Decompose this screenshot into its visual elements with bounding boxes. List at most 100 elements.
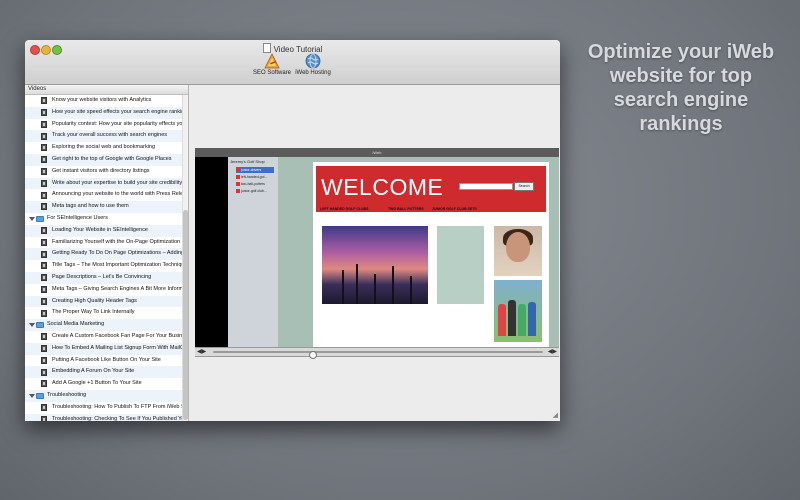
list-item-label: Putting A Facebook Like Button On Your S… — [52, 356, 161, 363]
video-file-icon — [41, 108, 47, 116]
placeholder-box — [437, 226, 484, 304]
disclosure-triangle-icon[interactable] — [29, 393, 35, 398]
iweb-search-button: Search — [514, 182, 534, 191]
disclosure-triangle-icon[interactable] — [29, 323, 35, 328]
resize-grip-icon[interactable]: ◢ — [553, 411, 558, 419]
iweb-page-document: WELCOME Search LEFT HANDED GOLF CLUBS TW… — [313, 162, 549, 347]
list-item-label: The Proper Way To Link Internally — [52, 309, 135, 316]
folder-icon — [36, 322, 44, 329]
title-bar[interactable]: Video Tutorial SEO Software iWeb Hosting — [25, 40, 560, 85]
list-item[interactable]: Get right to the top of Google with Goog… — [25, 153, 188, 166]
list-item[interactable]: Familiarizing Yourself with the On-Page … — [25, 237, 188, 249]
iweb-hosting-button[interactable]: iWeb Hosting — [290, 53, 336, 76]
seo-software-button[interactable]: SEO Software — [249, 53, 295, 76]
video-file-icon — [41, 132, 47, 140]
document-icon — [262, 43, 271, 53]
video-list[interactable]: Know your website visitors with Analytic… — [25, 95, 188, 421]
list-item[interactable]: Troubleshooting: How To Publish To FTP F… — [25, 402, 188, 414]
list-item[interactable]: Track your overall success with search e… — [25, 130, 188, 143]
iweb-site-name: Jeremy's Golf Shop — [230, 159, 265, 164]
folder-icon — [36, 392, 44, 399]
sidebar-scrollbar[interactable] — [182, 95, 188, 421]
list-item-label: Social Media Marketing — [47, 321, 105, 328]
list-item[interactable]: How To Embed A Mailing List Signup Form … — [25, 342, 188, 355]
video-player[interactable]: iWeb Jeremy's Golf Shop junior-drivers le… — [195, 148, 559, 347]
venice-gondolas-photo — [322, 226, 428, 304]
list-item[interactable]: Get instant visitors with directory list… — [25, 166, 188, 178]
video-file-icon — [41, 97, 47, 105]
iweb-search-field — [459, 183, 513, 190]
video-list-sidebar[interactable]: Videos Know your website visitors with A… — [25, 85, 189, 421]
iweb-site-sidebar: Jeremy's Golf Shop junior-drivers left-ha… — [228, 157, 278, 347]
iweb-page-item: two-ball-putters — [236, 181, 274, 187]
woman-portrait-photo — [494, 226, 542, 276]
video-file-icon — [41, 356, 47, 364]
globe-icon — [305, 53, 321, 69]
iweb-page-label: junior-drivers — [241, 168, 262, 172]
welcome-banner: WELCOME Search LEFT HANDED GOLF CLUBS TW… — [316, 166, 546, 212]
video-tutorial-window: Video Tutorial SEO Software iWeb Hosting… — [25, 40, 560, 421]
iweb-nav-item: TWO BALL PUTTERS — [388, 207, 424, 211]
list-item[interactable]: Write about your expertise to build your… — [25, 177, 188, 190]
video-file-icon — [41, 285, 47, 293]
list-item-label: Troubleshooting: Checking To See If You … — [52, 415, 188, 421]
list-item[interactable]: Popularity contest: How your site popula… — [25, 119, 188, 131]
list-item[interactable]: Embedding A Forum On Your Site — [25, 366, 188, 379]
list-item[interactable]: Getting Ready To Do On Page Optimization… — [25, 248, 188, 261]
videos-column-header: Videos — [25, 85, 188, 95]
list-group-header[interactable]: Social Media Marketing — [25, 319, 188, 331]
list-item[interactable]: Putting A Facebook Like Button On Your S… — [25, 355, 188, 367]
video-file-icon — [41, 120, 47, 128]
video-file-icon — [41, 403, 47, 411]
video-file-icon — [41, 250, 47, 258]
promo-line: Optimize your iWeb — [587, 41, 775, 63]
list-item-label: For SEIntelligence Users — [47, 214, 108, 221]
folder-icon — [36, 215, 44, 222]
playback-slider-knob[interactable] — [309, 351, 317, 359]
page-icon — [236, 189, 240, 193]
list-item[interactable]: The Proper Way To Link Internally — [25, 307, 188, 319]
video-file-icon — [41, 226, 47, 234]
list-group-header[interactable]: For SEIntelligence Users — [25, 213, 188, 225]
video-file-icon — [41, 167, 47, 175]
playback-slider[interactable] — [213, 351, 543, 359]
video-content-area: iWeb Jeremy's Golf Shop junior-drivers le… — [189, 85, 560, 421]
play-icon[interactable]: ◀▶ — [197, 349, 206, 355]
list-item-label: Get instant visitors with directory list… — [52, 167, 150, 174]
list-item[interactable]: Create A Custom Facebook Fan Page For Yo… — [25, 331, 188, 343]
list-group-header[interactable]: Troubleshooting — [25, 389, 188, 402]
disclosure-triangle-icon[interactable] — [29, 216, 35, 221]
list-item-label: Creating High Quality Header Tags — [52, 297, 137, 304]
list-item[interactable]: Know your website visitors with Analytic… — [25, 95, 188, 107]
list-item[interactable]: How your site speed effects your search … — [25, 106, 188, 119]
list-item-label: Troubleshooting — [47, 391, 87, 398]
list-item-label: Create A Custom Facebook Fan Page For Yo… — [52, 332, 188, 339]
list-item-label: Announcing your website to the world wit… — [52, 191, 188, 198]
step-icon[interactable]: ◀▶ — [548, 349, 557, 355]
scrollbar-thumb[interactable] — [183, 210, 188, 420]
list-item[interactable]: Troubleshooting: Checking To See If You … — [25, 413, 188, 421]
list-item-label: Title Tags – The Most Important Optimiza… — [52, 262, 188, 269]
list-item[interactable]: Meta tags and how to use them — [25, 201, 188, 213]
list-item[interactable]: Creating High Quality Header Tags — [25, 295, 188, 308]
list-item-label: Familiarizing Yourself with the On-Page … — [52, 238, 187, 245]
video-file-icon — [41, 156, 47, 164]
video-file-icon — [41, 179, 47, 187]
list-item[interactable]: Meta Tags – Giving Search Engines A Bit … — [25, 284, 188, 296]
list-item[interactable]: Add A Google +1 Button To Your Site — [25, 378, 188, 390]
list-item-label: Embedding A Forum On Your Site — [52, 368, 135, 375]
list-item[interactable]: Title Tags – The Most Important Optimiza… — [25, 260, 188, 272]
list-item[interactable]: Exploring the social web and bookmarking — [25, 142, 188, 154]
list-item[interactable]: Announcing your website to the world wit… — [25, 189, 188, 201]
list-item[interactable]: Page Descriptions – Let's Be Convincing — [25, 271, 188, 284]
seo-software-icon — [264, 53, 280, 69]
list-item-label: Meta tags and how to use them — [52, 203, 129, 210]
playback-controls: ◀▶ ◀▶ — [195, 347, 559, 359]
welcome-heading: WELCOME — [321, 174, 444, 200]
promo-headline: Optimize your iWeb website for top searc… — [572, 40, 790, 136]
video-file-icon — [41, 344, 47, 352]
list-item[interactable]: Loading Your Website in SEIntelligence — [25, 224, 188, 237]
list-item-label: Track your overall success with search e… — [52, 132, 168, 139]
list-item-label: How To Embed A Mailing List Signup Form … — [52, 344, 188, 351]
list-item-label: Getting Ready To Do On Page Optimization… — [52, 250, 188, 257]
